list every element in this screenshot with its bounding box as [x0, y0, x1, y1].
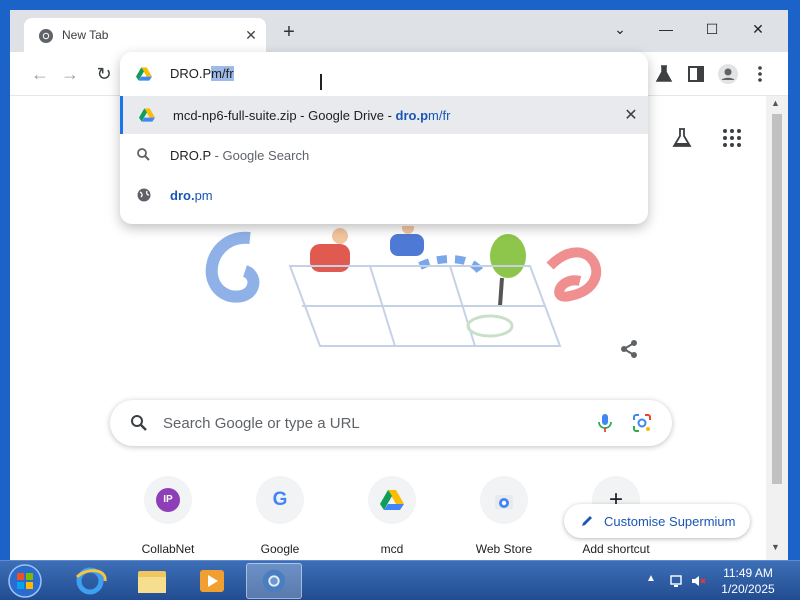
- new-tab-button[interactable]: +: [278, 22, 300, 44]
- shortcut-mcd[interactable]: mcd: [342, 476, 442, 556]
- suggestion-url[interactable]: dro.pm: [120, 176, 648, 214]
- scroll-up-arrow-icon[interactable]: ▲: [771, 98, 780, 108]
- minimize-button[interactable]: —: [646, 16, 686, 42]
- forward-icon[interactable]: →: [58, 62, 82, 86]
- show-hidden-icons-icon[interactable]: ▲: [646, 573, 662, 589]
- suggestion-text: DRO.P - Google Search: [170, 148, 309, 163]
- suggestion-search[interactable]: DRO.P - Google Search: [120, 136, 648, 174]
- shortcut-label: CollabNet: [141, 542, 195, 556]
- ntp-search-box[interactable]: Search Google or type a URL: [110, 400, 672, 446]
- shortcut-label: Add shortcut: [582, 542, 650, 556]
- omnibox-autocomplete-selection: m/fr: [211, 66, 234, 81]
- suggestion-text: dro.pm: [170, 188, 213, 203]
- chrome-icon: [39, 29, 53, 43]
- customise-button[interactable]: Customise Supermium: [564, 504, 750, 538]
- apps-grid-icon[interactable]: [720, 126, 744, 150]
- suggestion-url-rest: pm: [194, 188, 213, 203]
- maximize-button[interactable]: ☐: [692, 16, 732, 42]
- tab-strip: New Tab ✕ + ⌄ — ☐ ✕: [10, 10, 788, 52]
- shortcut-tile: G: [256, 476, 304, 524]
- scroll-down-arrow-icon[interactable]: ▼: [771, 542, 780, 552]
- drive-icon: [136, 67, 152, 81]
- scroll-thumb[interactable]: [772, 114, 782, 484]
- shortcut-label: Google: [260, 542, 300, 556]
- voice-search-icon[interactable]: [596, 413, 614, 433]
- google-g-icon: G: [272, 489, 288, 510]
- tab-new-tab[interactable]: New Tab ✕: [24, 18, 266, 52]
- shortcut-web-store[interactable]: Web Store: [454, 476, 554, 556]
- close-window-button[interactable]: ✕: [738, 16, 778, 42]
- suggestion-match: dro.p: [395, 108, 429, 123]
- search-icon: [137, 148, 150, 161]
- clock-date: 1/20/2025: [721, 582, 775, 596]
- shortcut-label: Web Store: [475, 542, 533, 556]
- google-doodle[interactable]: [190, 226, 610, 356]
- shortcut-tile: [480, 476, 528, 524]
- suggestion-drive-file[interactable]: mcd-np6-full-suite.zip - Google Drive - …: [120, 96, 648, 134]
- network-icon[interactable]: [668, 573, 684, 589]
- profile-avatar-icon[interactable]: [716, 62, 740, 86]
- labs-flask-icon[interactable]: [652, 62, 676, 86]
- more-menu-icon[interactable]: [748, 62, 772, 86]
- text-cursor-icon: [320, 74, 322, 90]
- shortcut-collabnet[interactable]: IP CollabNet: [118, 476, 218, 556]
- shortcut-google[interactable]: G Google: [230, 476, 330, 556]
- shortcut-label: mcd: [380, 542, 404, 556]
- globe-icon: [137, 188, 151, 202]
- side-panel-icon[interactable]: [684, 62, 708, 86]
- search-icon: [131, 415, 147, 431]
- media-player-icon[interactable]: [184, 563, 240, 599]
- customise-label: Customise Supermium: [604, 514, 736, 529]
- suggestion-suffix: - Google Search: [210, 148, 310, 163]
- collabnet-icon: IP: [156, 488, 180, 512]
- shortcut-tile: [368, 476, 416, 524]
- share-icon[interactable]: [618, 338, 640, 360]
- web-store-icon: [495, 495, 513, 509]
- omnibox-dropdown: DRO.Pm/fr mcd-np6-full-suite.zip - Googl…: [120, 52, 648, 224]
- start-orb-icon[interactable]: [4, 563, 46, 599]
- drive-icon: [380, 490, 404, 510]
- labs-icon[interactable]: [670, 126, 694, 150]
- tab-close-icon[interactable]: ✕: [242, 26, 260, 44]
- back-icon[interactable]: ←: [28, 62, 52, 86]
- suggestion-text: mcd-np6-full-suite.zip - Google Drive - …: [173, 108, 450, 123]
- remove-suggestion-icon[interactable]: ✕: [621, 105, 641, 125]
- tab-title: New Tab: [62, 28, 109, 42]
- omnibox-input[interactable]: DRO.Pm/fr: [170, 66, 234, 81]
- supermium-browser-icon[interactable]: [246, 563, 302, 599]
- suggestion-url-rest: m/fr: [428, 108, 451, 123]
- taskbar-clock[interactable]: 11:49 AM 1/20/2025: [716, 565, 780, 597]
- suggestion-match: dro.: [170, 188, 195, 203]
- file-explorer-icon[interactable]: [124, 563, 180, 599]
- lens-camera-icon[interactable]: [632, 413, 652, 433]
- suggestion-title: mcd-np6-full-suite.zip - Google Drive -: [173, 108, 396, 123]
- windows-taskbar: ▲ 11:49 AM 1/20/2025: [0, 560, 800, 600]
- volume-muted-icon[interactable]: [690, 573, 706, 589]
- search-placeholder: Search Google or type a URL: [163, 415, 360, 432]
- drive-icon: [139, 108, 155, 122]
- page-scrollbar[interactable]: ▲ ▼: [766, 96, 788, 560]
- suggestion-query: DRO.P: [170, 148, 211, 163]
- pencil-icon: [582, 516, 592, 526]
- omnibox-typed-text: DRO.P: [170, 66, 212, 81]
- tab-search-chevron-icon[interactable]: ⌄: [600, 16, 640, 42]
- internet-explorer-icon[interactable]: [62, 563, 118, 599]
- clock-time: 11:49 AM: [723, 566, 773, 580]
- reload-icon[interactable]: ↻: [92, 62, 116, 86]
- shortcut-tile: IP: [144, 476, 192, 524]
- browser-window: New Tab ✕ + ⌄ — ☐ ✕ ← → ↻ Search Google …: [0, 0, 800, 560]
